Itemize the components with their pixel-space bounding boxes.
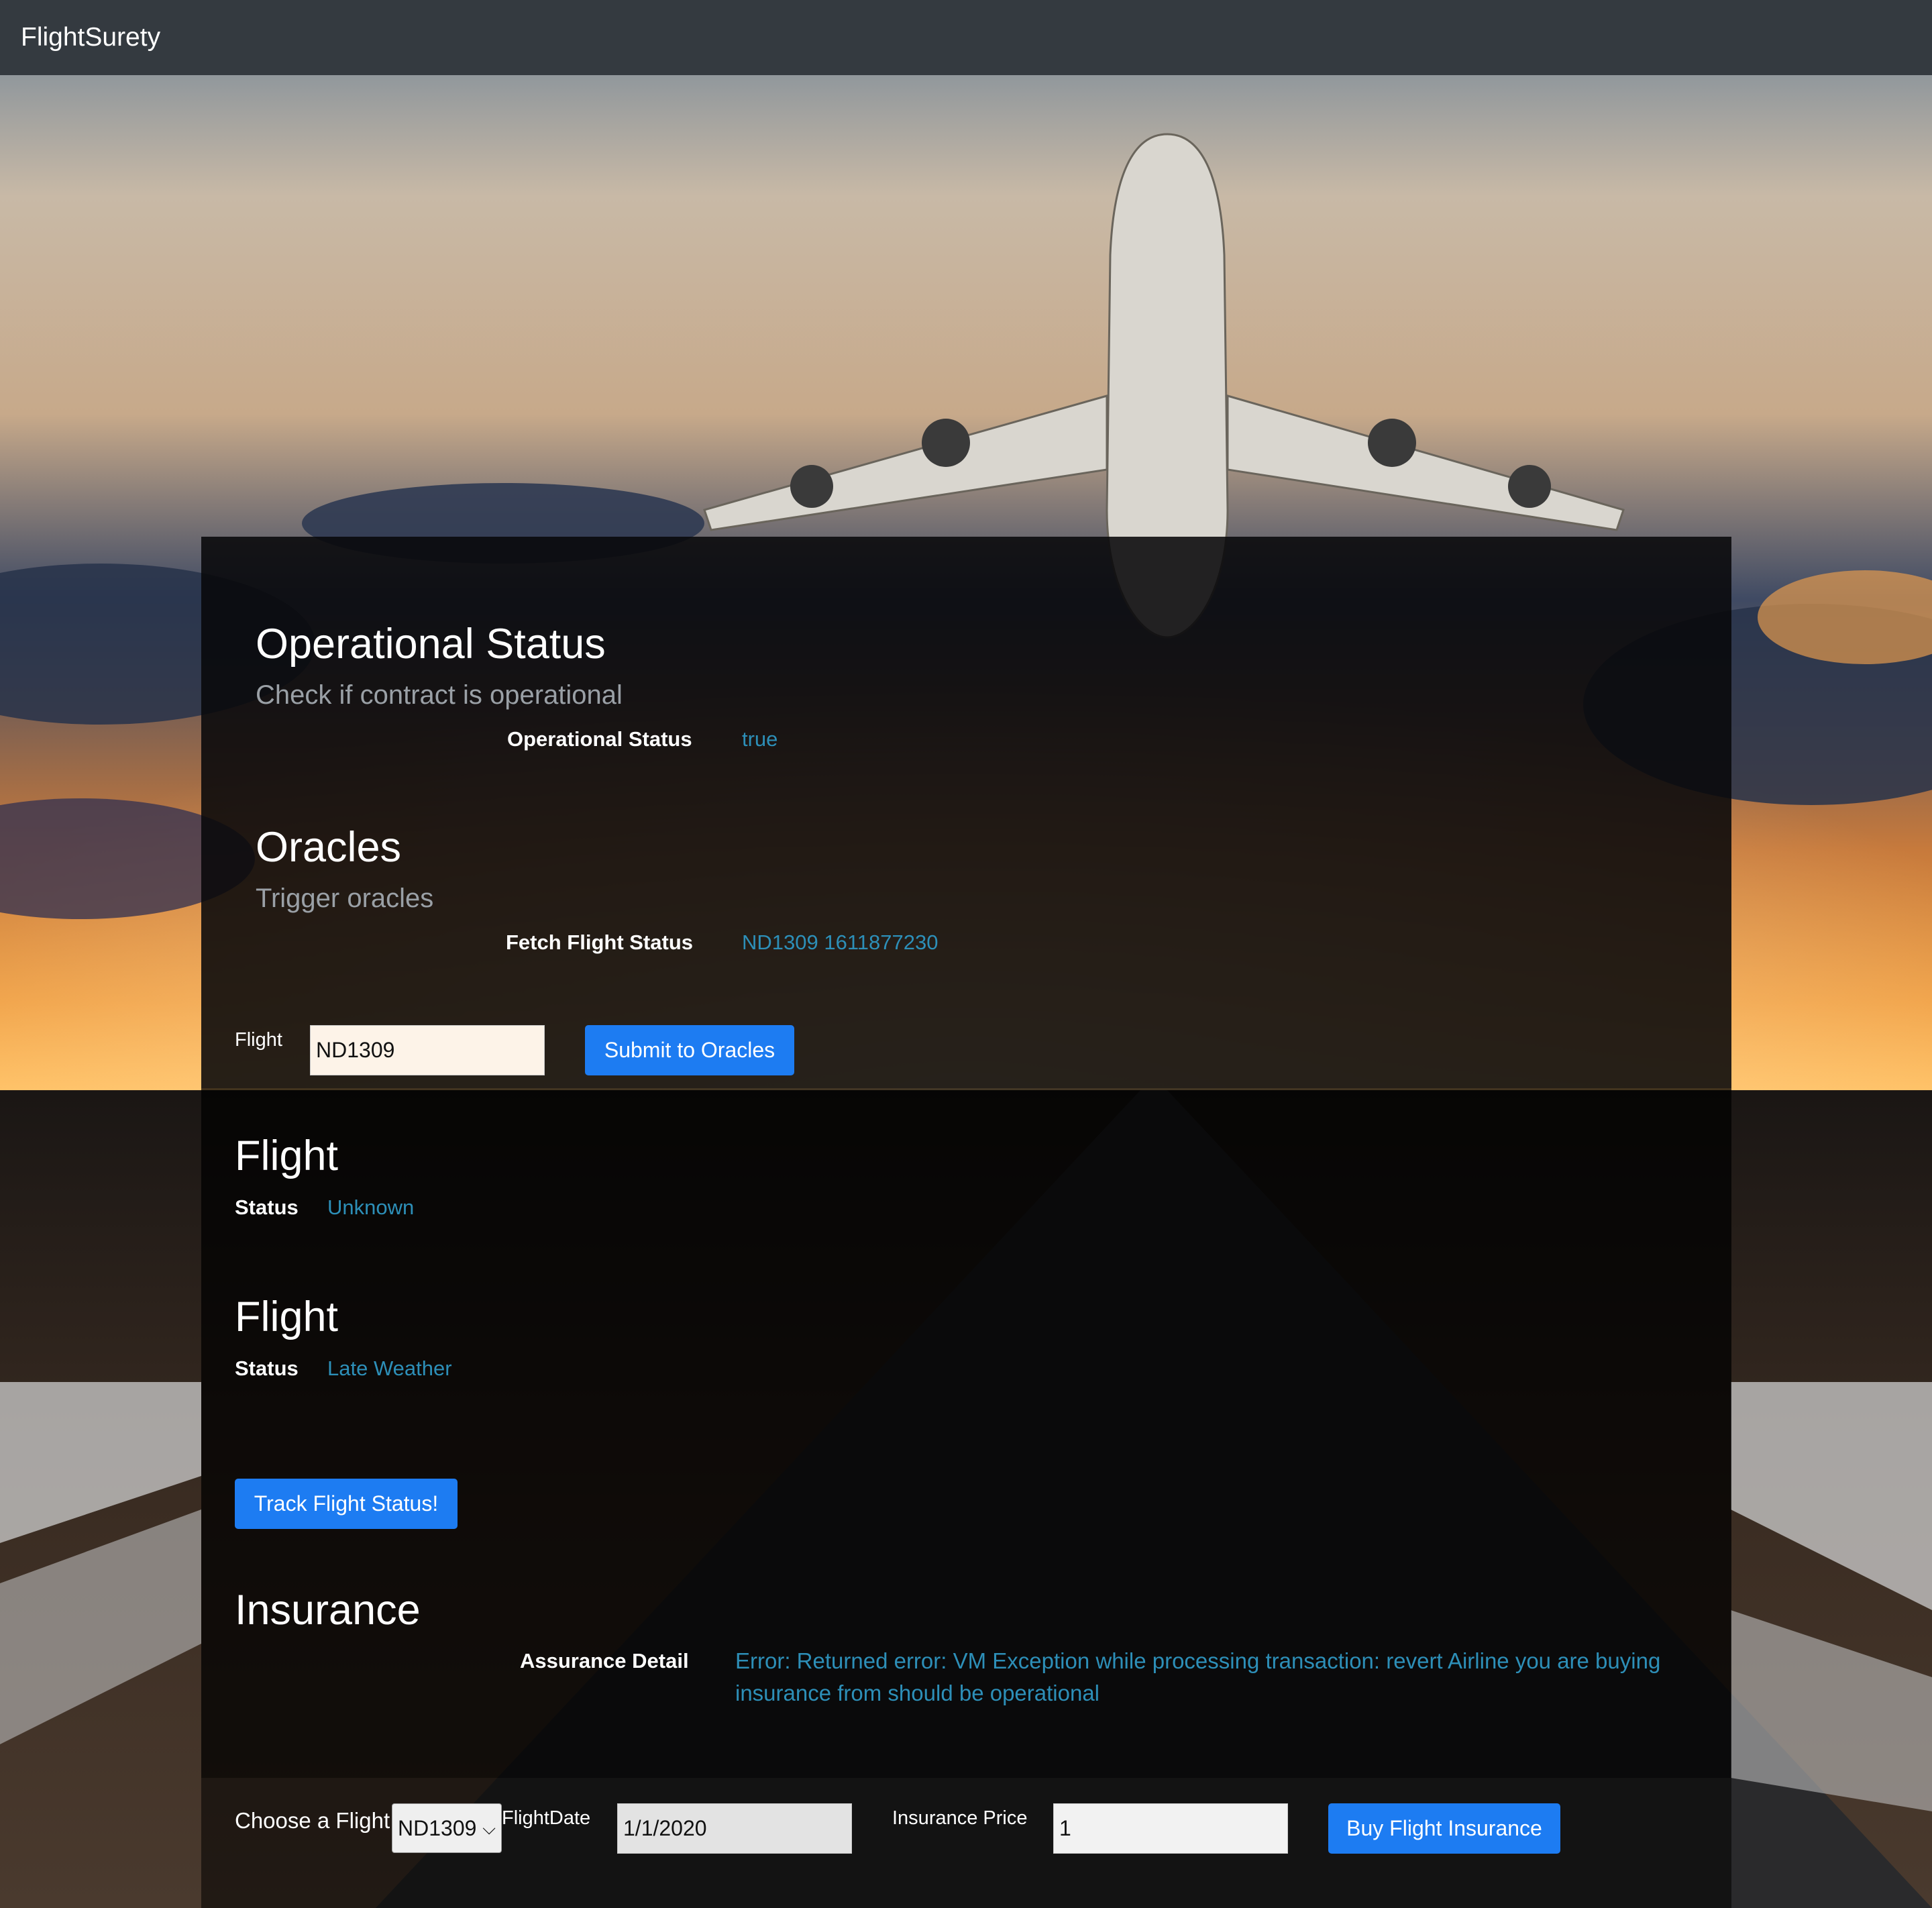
insurance-title: Insurance [235, 1587, 421, 1634]
chevron-down-icon: ⌵ [482, 1818, 496, 1838]
assurance-detail-value: Error: Returned error: VM Exception whil… [735, 1648, 1661, 1705]
operational-status-label: Operational Status [507, 727, 692, 751]
operational-status-value: true [742, 727, 778, 751]
oracles-subtitle: Trigger oracles [256, 884, 434, 913]
choose-flight-label: Choose a Flight: [235, 1808, 396, 1833]
navbar: FlightSurety [0, 0, 1932, 75]
operational-status-subtitle: Check if contract is operational [256, 680, 623, 710]
operational-status-title: Operational Status [256, 621, 606, 668]
submit-to-oracles-button[interactable]: Submit to Oracles [585, 1025, 794, 1075]
fetch-flight-status-label: Fetch Flight Status [506, 931, 693, 954]
flight-date-input[interactable] [617, 1803, 852, 1854]
insurance-price-input[interactable] [1053, 1803, 1288, 1854]
flight-status-1-title: Flight [235, 1132, 339, 1179]
flight-status-2-label: Status [235, 1357, 299, 1380]
flight-select[interactable]: ND1309 ⌵ [392, 1803, 502, 1853]
buy-flight-insurance-button[interactable]: Buy Flight Insurance [1328, 1803, 1560, 1854]
flight-status-1-label: Status [235, 1196, 299, 1219]
fetch-flight-status-value: ND1309 1611877230 [742, 931, 938, 954]
flight-status-1-value: Unknown [327, 1196, 415, 1219]
assurance-detail-label: Assurance Detail [520, 1649, 689, 1673]
flight-status-2-title: Flight [235, 1293, 339, 1340]
brand-logo-text[interactable]: FlightSurety [21, 19, 160, 56]
flight-status-2-value: Late Weather [327, 1357, 452, 1380]
oracles-title: Oracles [256, 824, 402, 871]
flight-select-value: ND1309 [398, 1816, 477, 1840]
flight-date-label: FlightDate [502, 1807, 591, 1829]
flight-input-label: Flight [235, 1029, 282, 1051]
insurance-price-label: Insurance Price [892, 1807, 1028, 1829]
flight-number-input[interactable] [310, 1025, 545, 1075]
track-flight-status-button[interactable]: Track Flight Status! [235, 1479, 458, 1529]
